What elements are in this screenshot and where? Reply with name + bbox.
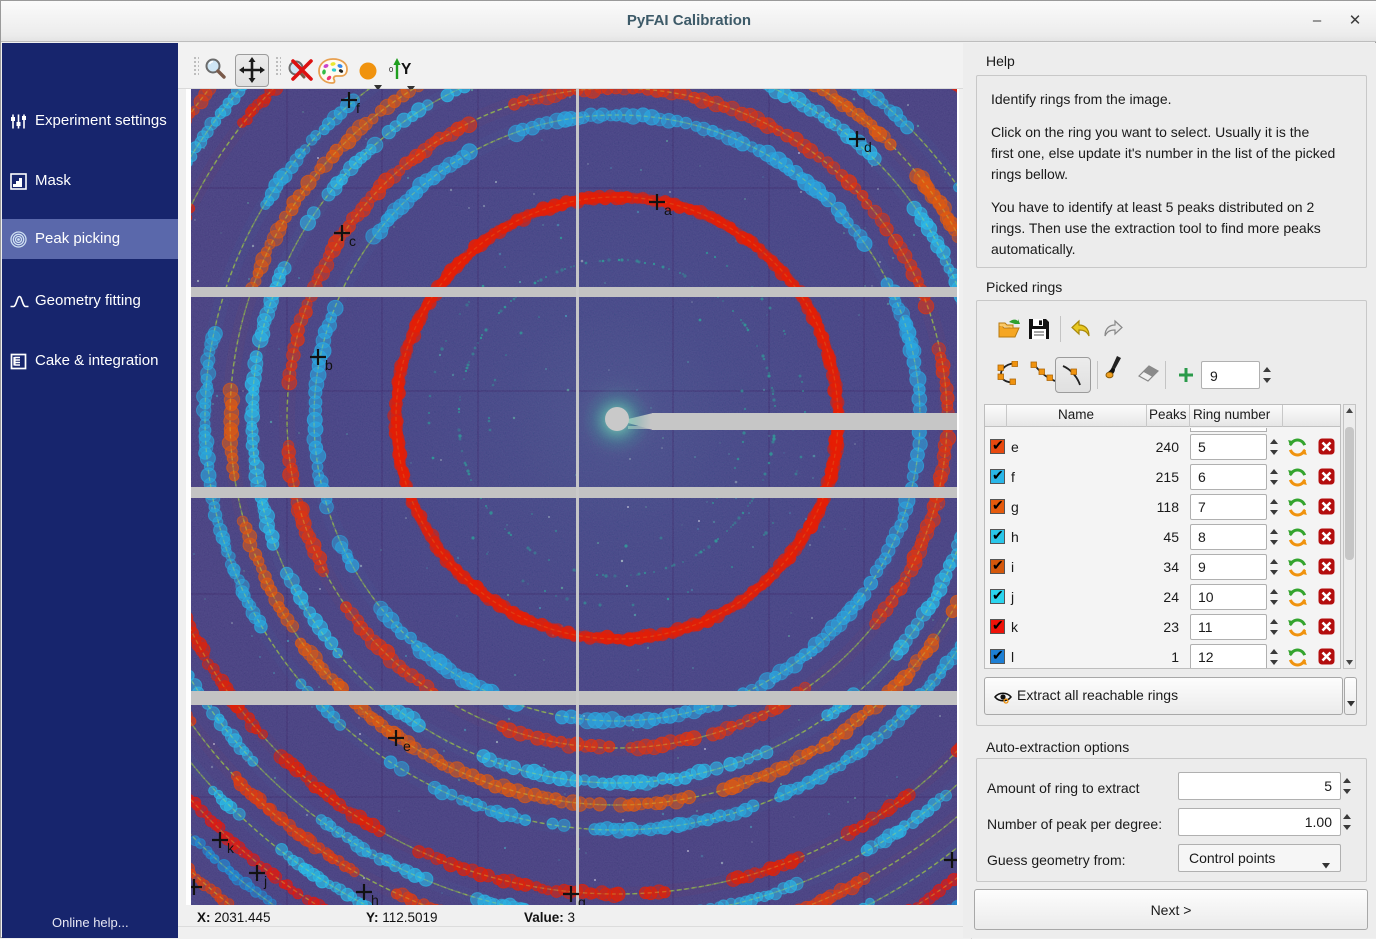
- svg-text:Y: Y: [401, 61, 412, 78]
- svg-text:j: j: [263, 873, 267, 889]
- svg-text:h: h: [371, 892, 379, 905]
- svg-text:c: c: [349, 233, 356, 249]
- svg-text:b: b: [325, 357, 333, 373]
- svg-text:0: 0: [389, 65, 393, 74]
- svg-text:f: f: [356, 100, 360, 116]
- svg-text:d: d: [864, 139, 872, 155]
- svg-text:a: a: [664, 202, 672, 218]
- svg-text:g: g: [578, 894, 586, 905]
- svg-text:e: e: [403, 738, 411, 754]
- svg-text:k: k: [227, 840, 235, 856]
